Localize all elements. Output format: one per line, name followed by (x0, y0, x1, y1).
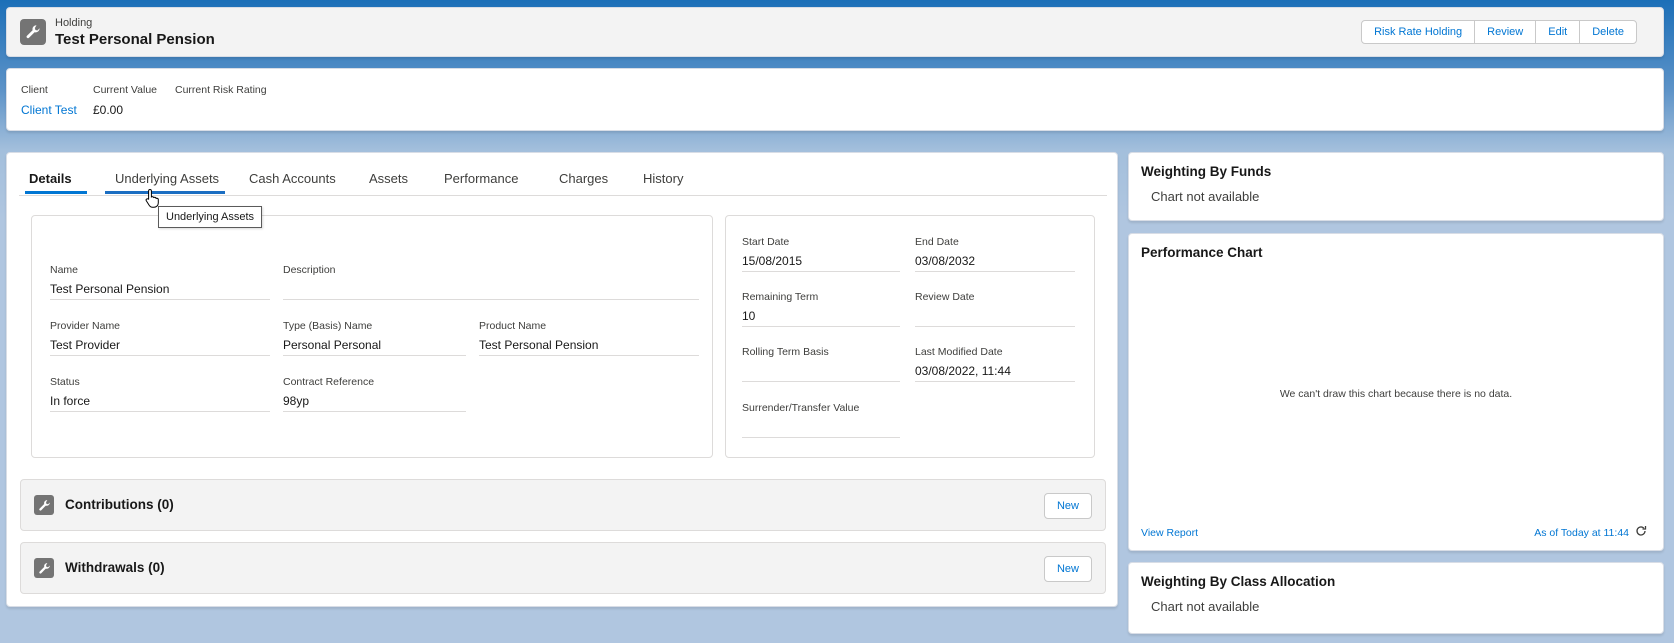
field-type-name: Type (Basis) Name Personal Personal (283, 320, 466, 356)
chart-not-available-text: Chart not available (1151, 599, 1260, 614)
field-description: Description (283, 264, 699, 300)
field-start-date: Start Date 15/08/2015 (742, 236, 900, 272)
details-section-dates: Start Date 15/08/2015 End Date 03/08/203… (725, 215, 1095, 458)
field-surrender-value: Surrender/Transfer Value (742, 402, 900, 438)
record-header: Holding Test Personal Pension Risk Rate … (6, 7, 1664, 57)
wrench-icon (34, 558, 54, 578)
weighting-by-class-title: Weighting By Class Allocation (1141, 574, 1336, 589)
tab-assets[interactable]: Assets (369, 171, 408, 196)
contributions-title[interactable]: Contributions (0) (65, 497, 174, 512)
performance-chart-title: Performance Chart (1141, 245, 1263, 260)
field-name: Name Test Personal Pension (50, 264, 270, 300)
weighting-by-funds-card: Weighting By Funds Chart not available (1128, 152, 1664, 221)
field-product-name: Product Name Test Personal Pension (479, 320, 699, 356)
highlight-risk-rating: Current Risk Rating (175, 84, 267, 96)
field-end-date: End Date 03/08/2032 (915, 236, 1075, 272)
view-report-link[interactable]: View Report (1141, 527, 1198, 539)
performance-chart-card: Performance Chart We can't draw this cha… (1128, 233, 1664, 551)
hover-tab-indicator (105, 191, 225, 194)
field-remaining-term: Remaining Term 10 (742, 291, 900, 327)
highlights-panel: Client Client Test Current Value £0.00 C… (6, 68, 1664, 131)
tab-charges[interactable]: Charges (559, 171, 608, 196)
object-label: Holding (55, 17, 93, 29)
field-rolling-term-basis: Rolling Term Basis (742, 346, 900, 382)
withdrawals-title[interactable]: Withdrawals (0) (65, 560, 165, 575)
action-buttons: Risk Rate Holding Review Edit Delete (1361, 20, 1637, 44)
tab-performance[interactable]: Performance (444, 171, 518, 196)
weighting-by-funds-title: Weighting By Funds (1141, 164, 1272, 179)
new-contribution-button[interactable]: New (1043, 493, 1092, 519)
field-last-modified-date: Last Modified Date 03/08/2022, 11:44 (915, 346, 1075, 382)
tab-bar: Details Underlying Assets Cash Accounts … (19, 153, 1107, 196)
wrench-icon (34, 495, 54, 515)
wrench-icon (20, 19, 46, 45)
field-contract-reference: Contract Reference 98yp (283, 376, 466, 412)
as-of-timestamp: As of Today at 11:44 (1534, 527, 1629, 539)
chart-not-available-text: Chart not available (1151, 189, 1260, 204)
edit-button[interactable]: Edit (1535, 20, 1581, 44)
field-status: Status In force (50, 376, 270, 412)
delete-button[interactable]: Delete (1579, 20, 1637, 44)
tab-cash-accounts[interactable]: Cash Accounts (249, 171, 336, 196)
field-review-date: Review Date (915, 291, 1075, 327)
tab-tooltip: Underlying Assets (158, 206, 263, 228)
details-section-main: Name Test Personal Pension Description P… (31, 215, 713, 458)
hand-cursor-icon (145, 188, 161, 211)
refresh-icon[interactable] (1635, 525, 1647, 540)
risk-rate-holding-button[interactable]: Risk Rate Holding (1361, 20, 1476, 44)
tab-history[interactable]: History (643, 171, 683, 196)
record-title: Test Personal Pension (55, 31, 215, 48)
highlight-client: Client Client Test (21, 84, 77, 117)
client-link[interactable]: Client Test (21, 103, 77, 117)
no-data-message: We can't draw this chart because there i… (1279, 388, 1513, 400)
related-list-contributions: Contributions (0) New (20, 479, 1106, 531)
new-withdrawal-button[interactable]: New (1043, 556, 1092, 582)
related-list-withdrawals: Withdrawals (0) New (20, 542, 1106, 594)
field-provider-name: Provider Name Test Provider (50, 320, 270, 356)
review-button[interactable]: Review (1474, 20, 1537, 44)
active-tab-indicator (25, 191, 87, 194)
weighting-by-class-card: Weighting By Class Allocation Chart not … (1128, 562, 1664, 634)
highlight-current-value: Current Value £0.00 (93, 84, 158, 117)
